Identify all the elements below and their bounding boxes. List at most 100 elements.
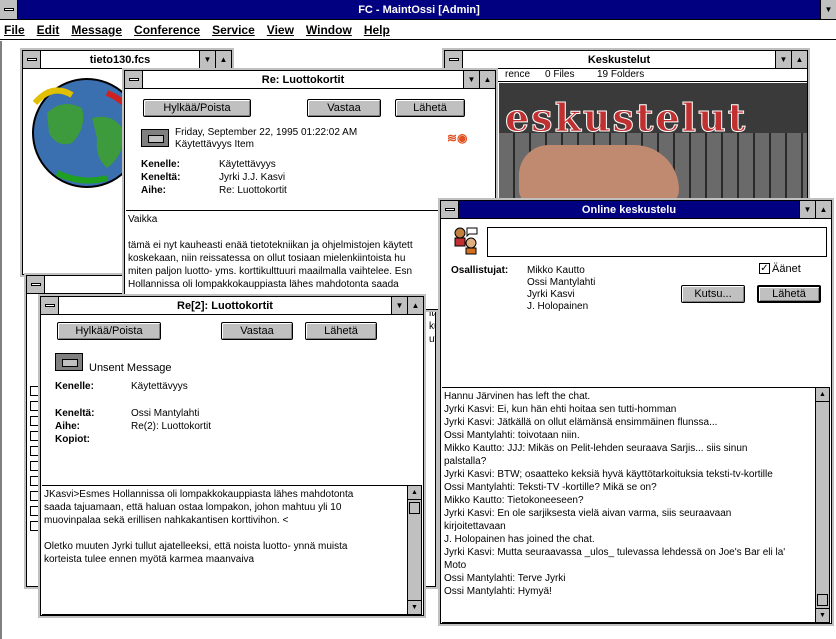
re2-title-bar: Re[2]: Luottokortit ▼ ▲ [41,297,423,315]
attachment-icon[interactable]: ≋◉ [447,131,468,145]
re2-body-line [44,527,405,540]
re2-reject-button[interactable]: Hylkää/Poista [57,322,161,340]
mail-icon[interactable] [30,476,40,486]
invite-button[interactable]: Kutsu... [681,285,745,303]
re2-from-label: Keneltä: [55,408,95,419]
online-system-menu[interactable] [441,201,459,218]
scroll-thumb[interactable] [817,594,828,606]
mail-icon[interactable] [30,416,40,426]
mail-icon[interactable] [30,506,40,516]
re1-system-menu[interactable] [125,71,143,88]
re1-maximize-button[interactable]: ▲ [479,71,495,88]
re2-body-line: Oletko muuten Jyrki tullut ajatelleeksi,… [44,541,348,552]
menu-view[interactable]: View [267,23,294,37]
folders-count: 19 Folders [597,69,645,80]
app-system-menu-button[interactable] [0,0,18,19]
chat-line: Hannu Järvinen has left the chat. [444,391,591,402]
mail-icon[interactable] [30,461,40,471]
app-minimize-button[interactable]: ▼ [820,0,836,19]
sounds-checkbox[interactable]: ✓ [759,263,770,274]
app-title-bar: FC - MaintOssi [Admin] ▼ [0,0,836,20]
mail-icon[interactable] [30,521,40,531]
re2-reply-button[interactable]: Vastaa [221,322,293,340]
keskustelut-window[interactable]: Keskustelut ▼ ▲ rence 0 Files 19 Folders… [442,48,810,212]
menu-conference[interactable]: Conference [134,23,200,37]
files-count: 0 Files [545,69,575,80]
participant-item[interactable]: J. Holopainen [527,301,588,312]
chat-line: Jyrki Kasvi: BTW; osaatteko keksiä hyvä … [444,469,773,480]
online-maximize-button[interactable]: ▲ [815,201,831,218]
participant-item[interactable]: Ossi Mantylahti [527,277,595,288]
re1-body-line: koskekaan, niin reissatessa on ollut tos… [128,253,406,264]
online-minimize-button[interactable]: ▼ [799,201,815,218]
online-chat-window[interactable]: Online keskustelu ▼ ▲ Osallistujat: Mikk… [438,198,834,626]
re1-subject-value: Re: Luottokortit [219,185,287,196]
chat-line: Ossi Mantylahti: Teksti-TV -kortille? Mi… [444,482,657,493]
re2-subject-label: Aihe: [55,421,80,432]
tieto-system-menu[interactable] [23,51,41,68]
re2-body-editor[interactable]: JKasvi>Esmes Hollannissa oli lompakkokau… [42,485,422,615]
re2-body-scrollbar[interactable]: ▲ ▼ [407,486,421,614]
chat-line: palstalla? [444,456,487,467]
re1-body[interactable]: Vaikka tämä ei nyt kauheasti enää tietot… [126,210,494,309]
chat-line: Moto [444,560,467,571]
chat-log[interactable]: Hannu Järvinen has left the chat. Jyrki … [442,387,830,623]
re2-body-line: saada tajuamaan, että haluan ostaa lompa… [44,502,342,513]
scroll-up-arrow-icon[interactable]: ▲ [816,388,829,402]
tieto-minimize-button[interactable]: ▼ [199,51,215,68]
keskustelut-system-menu[interactable] [445,51,463,68]
keskustelut-banner: eskustelut [499,83,807,209]
tieto-maximize-button[interactable]: ▲ [215,51,231,68]
re1-body-line: Hollannissa oli lompakkokauppiasta lähes… [128,279,399,290]
mail-icon[interactable] [30,386,40,396]
re1-reply-button[interactable]: Vastaa [307,99,381,117]
behind-text-fragment: ut [429,334,435,345]
mail-icon[interactable] [30,491,40,501]
menu-service[interactable]: Service [212,23,255,37]
chat-send-button[interactable]: Lähetä [757,285,821,303]
mail-icon[interactable] [30,446,40,456]
tieto-title: tieto130.fcs [89,53,151,66]
scroll-up-arrow-icon[interactable]: ▲ [408,486,421,500]
chat-message-input[interactable] [487,227,827,257]
menu-help[interactable]: Help [364,23,390,37]
message-list-icons [30,386,40,536]
re2-body-line: korteista tulee ennen myötä karmea maanv… [44,554,255,565]
re1-send-button[interactable]: Lähetä [395,99,465,117]
menu-edit[interactable]: Edit [37,23,60,37]
keskustelut-maximize-button[interactable]: ▲ [791,51,807,68]
re2-maximize-button[interactable]: ▲ [407,297,423,314]
chat-log-scrollbar[interactable]: ▲ ▼ [815,388,829,622]
hand-image [519,145,679,205]
scroll-thumb[interactable] [409,502,420,514]
re1-from-label: Keneltä: [141,172,181,183]
mail-icon[interactable] [30,431,40,441]
menu-file[interactable]: File [4,23,25,37]
re1-title: Re: Luottokortit [261,73,345,86]
behind-text-fragment: ku [429,321,435,332]
online-title-bar: Online keskustelu ▼ ▲ [441,201,831,219]
participant-item[interactable]: Mikko Kautto [527,265,585,276]
re2-to-value: Käytettävyys [131,381,188,392]
re1-minimize-button[interactable]: ▼ [463,71,479,88]
re2-window[interactable]: Re[2]: Luottokortit ▼ ▲ Hylkää/Poista Va… [38,294,426,618]
re2-system-menu[interactable] [41,297,59,314]
menu-message[interactable]: Message [71,23,122,37]
re1-title-bar: Re: Luottokortit ▼ ▲ [125,71,495,89]
mail-icon[interactable] [30,401,40,411]
re1-subject-label: Aihe: [141,185,166,196]
keskustelut-title: Keskustelut [587,53,651,66]
menu-window[interactable]: Window [306,23,352,37]
re2-from-value: Ossi Mantylahti [131,408,200,419]
scroll-down-arrow-icon[interactable]: ▼ [816,608,829,622]
chat-line: Mikko Kautto: Tietokoneeseen? [444,495,584,506]
message-list-system-menu[interactable] [27,276,45,293]
envelope-icon [55,353,83,371]
re2-send-button[interactable]: Lähetä [305,322,377,340]
keskustelut-minimize-button[interactable]: ▼ [775,51,791,68]
scroll-down-arrow-icon[interactable]: ▼ [408,600,421,614]
re1-to-value: Käytettävyys [219,159,276,170]
re2-minimize-button[interactable]: ▼ [391,297,407,314]
re1-reject-button[interactable]: Hylkää/Poista [143,99,251,117]
participant-item[interactable]: Jyrki Kasvi [527,289,575,300]
